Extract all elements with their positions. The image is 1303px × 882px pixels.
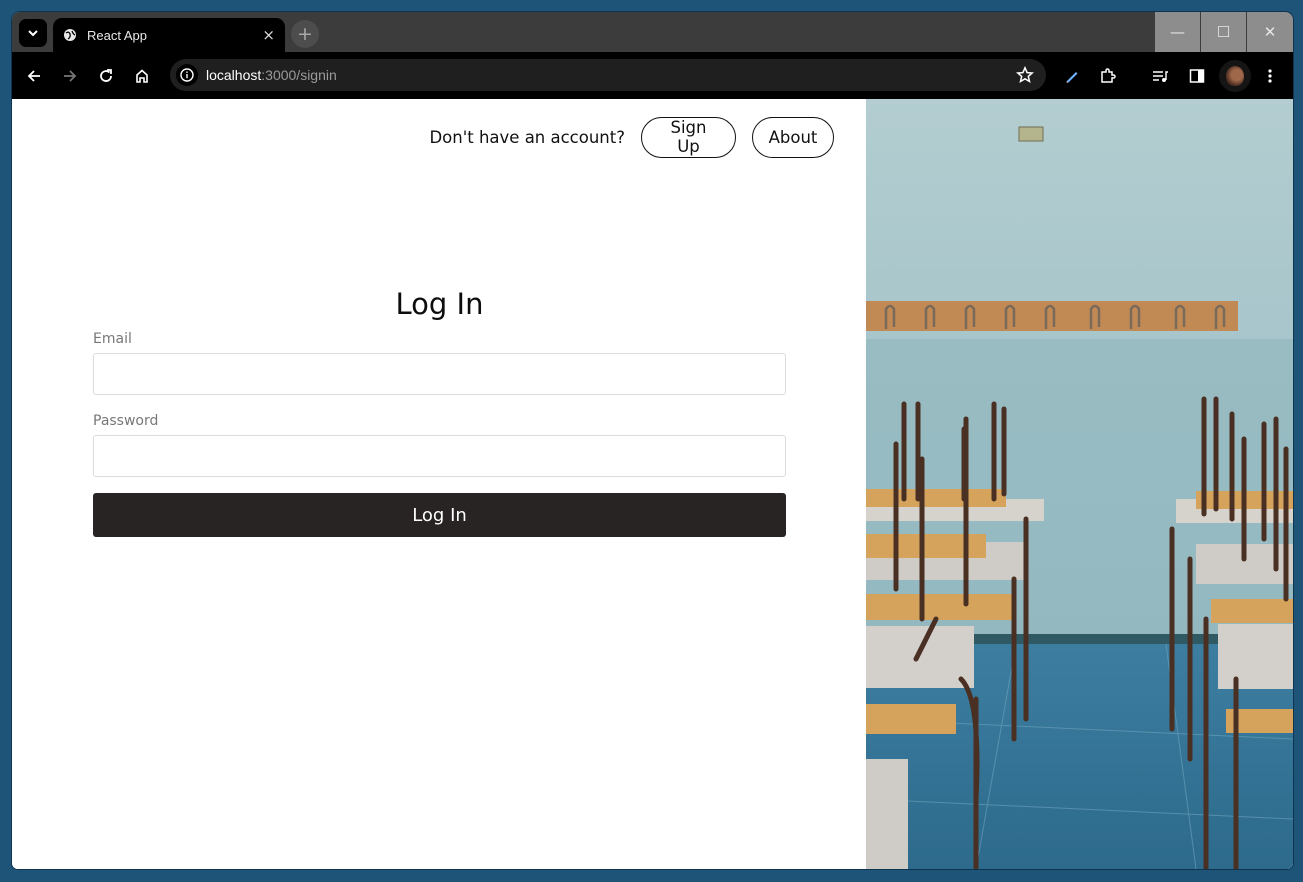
top-nav: Don't have an account? Sign Up About (429, 116, 834, 158)
puzzle-icon (1101, 68, 1116, 83)
email-field[interactable] (93, 353, 786, 395)
arrow-left-icon (27, 70, 40, 82)
address-bar[interactable]: localhost:3000/signin (170, 59, 1046, 91)
url-path: :3000/signin (261, 67, 337, 83)
tab-strip: React App × + — ☐ ✕ (12, 12, 1293, 52)
info-icon (180, 68, 194, 82)
signup-button[interactable]: Sign Up (641, 116, 736, 158)
media-controls-button[interactable] (1149, 65, 1171, 87)
login-button[interactable]: Log In (93, 493, 786, 537)
avatar-image (1226, 66, 1244, 86)
password-field[interactable] (93, 435, 786, 477)
login-form: Log In Email Password Log In (93, 284, 786, 537)
maximize-button[interactable]: ☐ (1201, 12, 1246, 52)
url-host: localhost (206, 67, 262, 83)
arrow-right-icon (64, 70, 77, 82)
bookmark-button[interactable] (1015, 65, 1035, 88)
close-window-button[interactable]: ✕ (1247, 12, 1293, 52)
more-vertical-icon (1268, 69, 1272, 83)
playlist-icon (1153, 71, 1168, 82)
pen-icon (1066, 72, 1078, 83)
url-text: localhost:3000/signin (206, 67, 337, 83)
form-title: Log In (395, 287, 484, 321)
star-icon (1015, 65, 1035, 84)
extension-pen-button[interactable] (1061, 65, 1083, 87)
extensions-button[interactable] (1097, 65, 1119, 87)
browser-toolbar: localhost:3000/signin (12, 52, 1293, 99)
back-button[interactable] (23, 65, 45, 87)
minimize-button[interactable]: — (1155, 12, 1200, 52)
profile-avatar[interactable] (1219, 60, 1251, 92)
password-label: Password (93, 413, 159, 429)
chevron-down-icon (28, 30, 38, 37)
globe-icon (64, 29, 76, 41)
new-tab-button[interactable]: + (291, 20, 319, 48)
signup-prompt: Don't have an account? (429, 127, 625, 147)
classroom-chairs-photo (866, 99, 1293, 869)
email-label: Email (93, 331, 132, 347)
side-panel-icon (1189, 69, 1205, 83)
tab-search-button[interactable] (19, 19, 47, 47)
browser-tab[interactable]: React App × (53, 18, 285, 52)
tab-title: React App (87, 27, 147, 43)
side-panel-button[interactable] (1186, 65, 1208, 87)
forward-button[interactable] (59, 65, 81, 87)
reload-button[interactable] (95, 65, 117, 87)
browser-window: React App × + — ☐ ✕ localhost:3000/signi… (12, 12, 1293, 869)
signin-pane: Don't have an account? Sign Up About Log… (12, 99, 866, 869)
browser-menu-button[interactable] (1259, 65, 1281, 87)
about-button[interactable]: About (752, 116, 834, 158)
home-icon (136, 69, 148, 83)
home-button[interactable] (131, 65, 153, 87)
page-content: Don't have an account? Sign Up About Log… (12, 99, 1293, 869)
reload-icon (100, 69, 112, 82)
tab-close-icon[interactable]: × (262, 26, 275, 44)
site-info-button[interactable] (176, 64, 198, 86)
